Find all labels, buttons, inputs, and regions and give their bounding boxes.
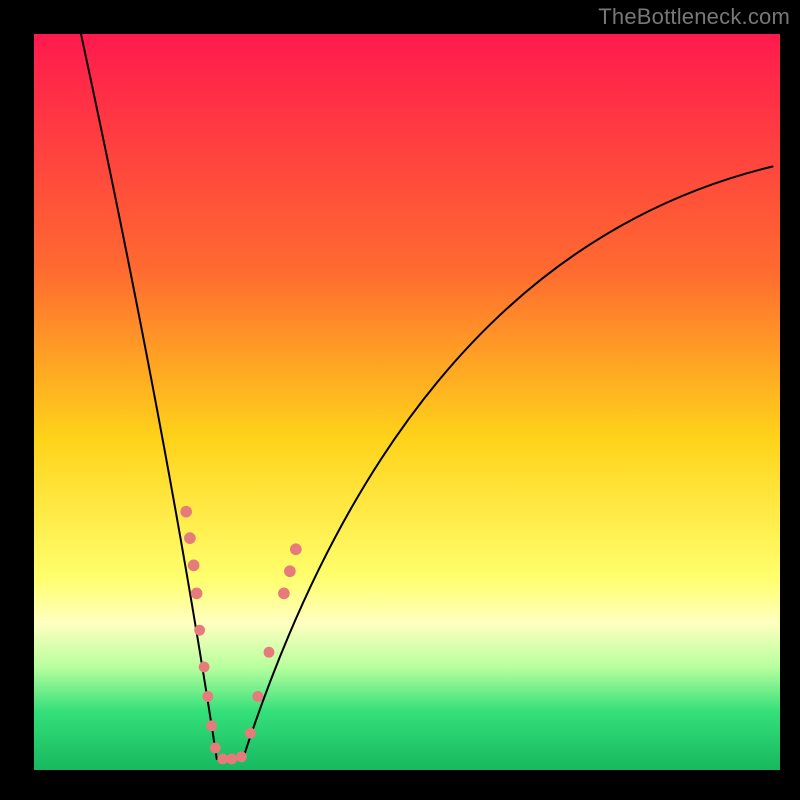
data-dot [180,506,192,518]
data-dot [264,647,275,658]
data-dot [188,560,200,572]
data-dot [284,565,296,577]
data-dot [290,543,302,555]
data-dot [199,662,210,673]
data-dot [191,588,203,600]
data-dot [252,691,263,702]
data-dot [184,532,196,544]
data-dot [245,728,256,739]
plot-background [34,34,780,770]
data-dot [210,742,221,753]
data-dot [194,625,205,636]
data-dot [226,754,237,765]
data-dot [236,751,247,762]
data-dot [202,691,213,702]
bottleneck-chart [0,0,800,800]
watermark-text: TheBottleneck.com [598,4,790,30]
data-dot [206,720,217,731]
chart-frame: TheBottleneck.com [0,0,800,800]
data-dot [278,588,290,600]
